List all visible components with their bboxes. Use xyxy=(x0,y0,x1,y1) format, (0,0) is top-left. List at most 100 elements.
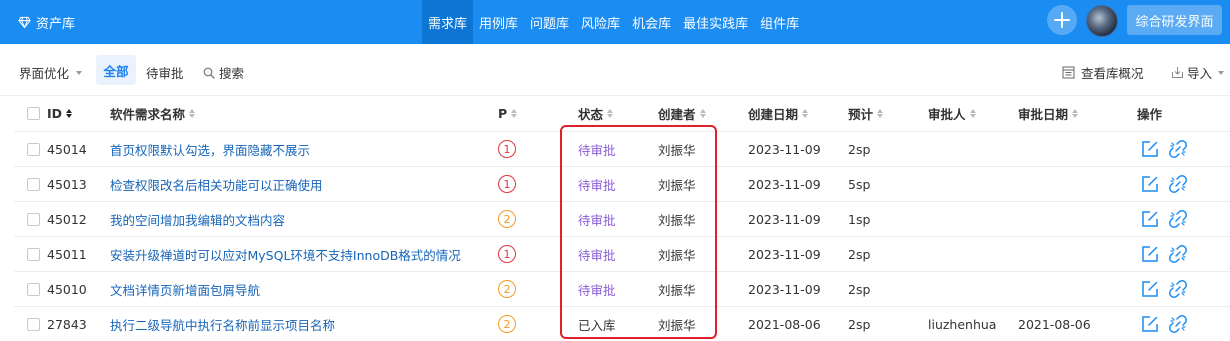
edit-icon[interactable] xyxy=(1141,245,1159,263)
nav-item-opportunities[interactable]: 机会库 xyxy=(626,0,677,44)
row-actions xyxy=(1141,272,1187,306)
select-all-checkbox[interactable] xyxy=(27,107,40,120)
search-button[interactable]: 搜索 xyxy=(203,63,244,82)
edit-icon[interactable] xyxy=(1141,175,1159,193)
row-created-date: 2023-11-09 xyxy=(748,211,821,227)
edit-icon[interactable] xyxy=(1141,315,1159,333)
column-name[interactable]: 软件需求名称 xyxy=(110,96,196,131)
table-header: ID 软件需求名称 P 状态 创建者 创建日期 预计 审批人 审批日期 操作 xyxy=(14,96,1230,132)
sort-icon xyxy=(1072,109,1079,118)
nav-item-requirements[interactable]: 需求库 xyxy=(422,0,474,44)
row-created-date: 2023-11-09 xyxy=(748,246,821,262)
row-name-link[interactable]: 文档详情页新增面包屑导航 xyxy=(110,272,260,306)
workspace-button[interactable]: 综合研发界面 xyxy=(1127,5,1222,35)
row-priority-cell: 2 xyxy=(498,307,516,341)
column-estimate-label: 预计 xyxy=(848,107,874,122)
table-row[interactable]: 27843 执行二级导航中执行名称前显示项目名称 2 已入库 刘振华 2021-… xyxy=(14,307,1230,341)
sort-icon xyxy=(877,109,884,118)
edit-icon[interactable] xyxy=(1141,140,1159,158)
row-status[interactable]: 待审批 xyxy=(578,132,616,166)
row-created-date: 2023-11-09 xyxy=(748,176,821,192)
priority-badge: 1 xyxy=(498,140,516,158)
nav-item-components[interactable]: 组件库 xyxy=(754,0,805,44)
import-button[interactable]: 导入 xyxy=(1171,63,1225,82)
edit-icon[interactable] xyxy=(1141,280,1159,298)
unlink-icon[interactable] xyxy=(1169,140,1187,158)
row-created-date: 2021-08-06 xyxy=(748,316,821,332)
column-id[interactable]: ID xyxy=(47,96,73,131)
row-status[interactable]: 待审批 xyxy=(578,272,616,306)
view-select[interactable]: 界面优化 xyxy=(19,63,83,82)
row-name-link[interactable]: 我的空间增加我编辑的文档内容 xyxy=(110,202,285,236)
priority-badge: 2 xyxy=(498,280,516,298)
library-overview-button[interactable]: 查看库概况 xyxy=(1062,63,1144,82)
row-priority-cell: 2 xyxy=(498,202,516,236)
row-status: 已入库 xyxy=(578,317,616,333)
unlink-icon[interactable] xyxy=(1169,175,1187,193)
nav-item-best-practices[interactable]: 最佳实践库 xyxy=(677,0,754,44)
row-created-date: 2023-11-09 xyxy=(748,141,821,157)
nav-item-risks[interactable]: 风险库 xyxy=(575,0,626,44)
column-approver[interactable]: 审批人 xyxy=(928,96,976,131)
column-actions-label: 操作 xyxy=(1137,107,1163,122)
table-row[interactable]: 45012 我的空间增加我编辑的文档内容 2 待审批 刘振华 2023-11-0… xyxy=(14,202,1230,237)
column-creator[interactable]: 创建者 xyxy=(658,96,706,131)
row-status[interactable]: 待审批 xyxy=(578,202,616,236)
row-checkbox[interactable] xyxy=(27,282,40,296)
column-created[interactable]: 创建日期 xyxy=(748,96,809,131)
row-id: 45012 xyxy=(47,211,87,227)
search-label: 搜索 xyxy=(219,66,245,81)
nav-item-issues[interactable]: 问题库 xyxy=(524,0,575,44)
row-estimate: 1sp xyxy=(848,211,871,227)
row-name-link[interactable]: 首页权限默认勾选，界面隐藏不展示 xyxy=(110,132,310,166)
row-status[interactable]: 待审批 xyxy=(578,237,616,271)
import-icon xyxy=(1172,67,1183,78)
row-creator: 刘振华 xyxy=(658,247,696,263)
edit-icon[interactable] xyxy=(1141,210,1159,228)
priority-badge: 2 xyxy=(498,210,516,228)
row-name-link[interactable]: 检查权限改名后相关功能可以正确使用 xyxy=(110,167,323,201)
brand-label: 资产库 xyxy=(36,16,76,32)
row-approver: liuzhenhua xyxy=(928,316,997,332)
column-actions: 操作 xyxy=(1137,96,1162,131)
row-priority-cell: 1 xyxy=(498,132,516,166)
row-checkbox[interactable] xyxy=(27,247,40,261)
row-checkbox-cell xyxy=(27,202,40,236)
table-row[interactable]: 45014 首页权限默认勾选，界面隐藏不展示 1 待审批 刘振华 2023-11… xyxy=(14,132,1230,167)
row-creator: 刘振华 xyxy=(658,282,696,298)
column-priority[interactable]: P xyxy=(498,96,518,131)
avatar[interactable] xyxy=(1086,5,1118,37)
unlink-icon[interactable] xyxy=(1169,210,1187,228)
filter-all-tab[interactable]: 全部 xyxy=(96,55,136,85)
row-actions xyxy=(1141,237,1187,271)
unlink-icon[interactable] xyxy=(1169,280,1187,298)
row-checkbox[interactable] xyxy=(27,317,40,331)
plus-icon xyxy=(1054,12,1070,28)
toolbar: 界面优化 全部 待审批 搜索 查看库概况 导入 xyxy=(0,44,1230,96)
search-icon xyxy=(203,67,215,79)
unlink-icon[interactable] xyxy=(1169,245,1187,263)
column-name-label: 软件需求名称 xyxy=(110,107,186,122)
row-checkbox[interactable] xyxy=(27,142,40,156)
table-row[interactable]: 45011 安装升级禅道时可以应对MySQL环境不支持InnoDB格式的情况 1… xyxy=(14,237,1230,272)
row-id: 45011 xyxy=(47,246,87,262)
column-status[interactable]: 状态 xyxy=(578,96,614,131)
row-status[interactable]: 待审批 xyxy=(578,167,616,201)
add-button[interactable] xyxy=(1047,5,1077,35)
row-checkbox[interactable] xyxy=(27,177,40,191)
column-estimate[interactable]: 预计 xyxy=(848,96,884,131)
priority-badge: 1 xyxy=(498,175,516,193)
nav-item-test-cases[interactable]: 用例库 xyxy=(473,0,524,44)
row-checkbox[interactable] xyxy=(27,212,40,226)
row-name-link[interactable]: 安装升级禅道时可以应对MySQL环境不支持InnoDB格式的情况 xyxy=(110,237,461,271)
brand[interactable]: 资产库 xyxy=(18,0,75,44)
filter-pending-tab[interactable]: 待审批 xyxy=(146,63,184,82)
row-approved-date: 2021-08-06 xyxy=(1018,316,1091,332)
column-approved[interactable]: 审批日期 xyxy=(1018,96,1079,131)
sort-icon xyxy=(66,109,73,118)
unlink-icon[interactable] xyxy=(1169,315,1187,333)
row-name-link[interactable]: 执行二级导航中执行名称前显示项目名称 xyxy=(110,307,335,341)
table-row[interactable]: 45013 检查权限改名后相关功能可以正确使用 1 待审批 刘振华 2023-1… xyxy=(14,167,1230,202)
row-creator: 刘振华 xyxy=(658,142,696,158)
table-row[interactable]: 45010 文档详情页新增面包屑导航 2 待审批 刘振华 2023-11-09 … xyxy=(14,272,1230,307)
